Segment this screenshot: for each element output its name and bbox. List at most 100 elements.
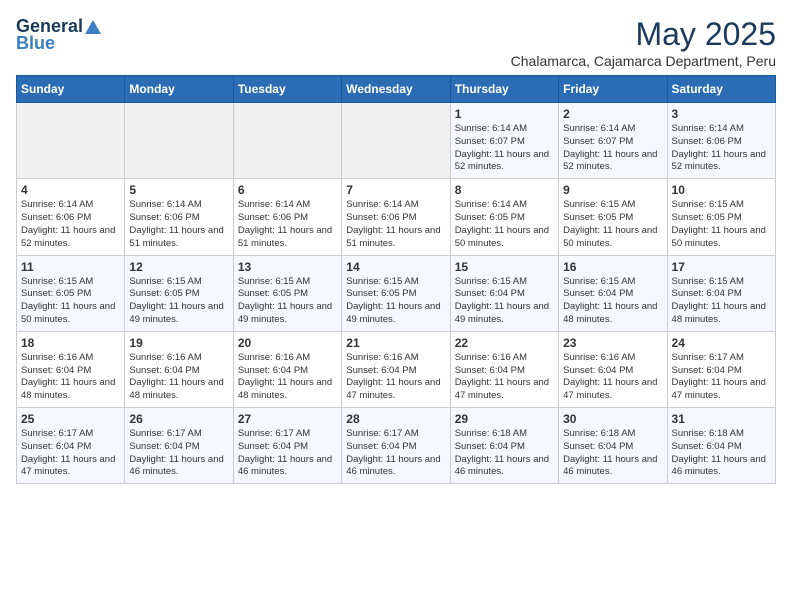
- weekday-header-tuesday: Tuesday: [233, 76, 341, 103]
- calendar-cell: 11Sunrise: 6:15 AM Sunset: 6:05 PM Dayli…: [17, 255, 125, 331]
- calendar-cell: 15 Sunrise: 6:15 AM Sunset: 6:04 PM Dayli…: [450, 255, 558, 331]
- day-number: 30: [563, 412, 662, 426]
- day-number: 24: [672, 336, 771, 350]
- day-info: Sunrise: 6:16 AM Sunset: 6:04 PM Dayligh…: [21, 352, 120, 403]
- day-info: Sunrise: 6:17 AM Sunset: 6:04 PM Dayligh…: [129, 428, 228, 479]
- day-number: 5: [129, 183, 228, 197]
- calendar-cell: 23 Sunrise: 6:16 AM Sunset: 6:04 PM Dayli…: [559, 331, 667, 407]
- day-info: Sunrise: 6:14 AM Sunset: 6:05 PM Dayligh…: [455, 199, 554, 250]
- calendar-cell: 1Sunrise: 6:14 AM Sunset: 6:07 PM Daylig…: [450, 103, 558, 179]
- day-number: 8: [455, 183, 554, 197]
- month-year-title: May 2025: [511, 16, 776, 53]
- day-info: Sunrise: 6:14 AM Sunset: 6:06 PM Dayligh…: [346, 199, 445, 250]
- day-number: 9: [563, 183, 662, 197]
- day-info: Sunrise: 6:15 AM Sunset: 6:05 PM Dayligh…: [129, 276, 228, 327]
- weekday-header-thursday: Thursday: [450, 76, 558, 103]
- calendar-cell: 28 Sunrise: 6:17 AM Sunset: 6:04 PM Dayli…: [342, 408, 450, 484]
- day-number: 14: [346, 260, 445, 274]
- weekday-header-sunday: Sunday: [17, 76, 125, 103]
- day-info: Sunrise: 6:18 AM Sunset: 6:04 PM Dayligh…: [455, 428, 554, 479]
- calendar-cell: 20 Sunrise: 6:16 AM Sunset: 6:04 PM Dayli…: [233, 331, 341, 407]
- calendar-cell: 4 Sunrise: 6:14 AM Sunset: 6:06 PM Daylig…: [17, 179, 125, 255]
- day-number: 11: [21, 260, 120, 274]
- calendar-cell: [17, 103, 125, 179]
- day-info: Sunrise: 6:15 AM Sunset: 6:05 PM Dayligh…: [672, 199, 771, 250]
- calendar-cell: 24 Sunrise: 6:17 AM Sunset: 6:04 PM Dayli…: [667, 331, 775, 407]
- calendar-cell: 22 Sunrise: 6:16 AM Sunset: 6:04 PM Dayli…: [450, 331, 558, 407]
- day-number: 20: [238, 336, 337, 350]
- day-number: 6: [238, 183, 337, 197]
- day-info: Sunrise: 6:16 AM Sunset: 6:04 PM Dayligh…: [129, 352, 228, 403]
- day-number: 3: [672, 107, 771, 121]
- calendar-table: SundayMondayTuesdayWednesdayThursdayFrid…: [16, 75, 776, 484]
- calendar-week-row: 4 Sunrise: 6:14 AM Sunset: 6:06 PM Daylig…: [17, 179, 776, 255]
- calendar-cell: [233, 103, 341, 179]
- logo-icon: [84, 18, 102, 36]
- day-number: 4: [21, 183, 120, 197]
- day-info: Sunrise: 6:16 AM Sunset: 6:04 PM Dayligh…: [455, 352, 554, 403]
- calendar-cell: 7Sunrise: 6:14 AM Sunset: 6:06 PM Daylig…: [342, 179, 450, 255]
- day-number: 1: [455, 107, 554, 121]
- day-number: 21: [346, 336, 445, 350]
- weekday-header-wednesday: Wednesday: [342, 76, 450, 103]
- day-info: Sunrise: 6:14 AM Sunset: 6:06 PM Dayligh…: [21, 199, 120, 250]
- day-info: Sunrise: 6:16 AM Sunset: 6:04 PM Dayligh…: [563, 352, 662, 403]
- weekday-header-friday: Friday: [559, 76, 667, 103]
- calendar-cell: 27Sunrise: 6:17 AM Sunset: 6:04 PM Dayli…: [233, 408, 341, 484]
- calendar-cell: 29 Sunrise: 6:18 AM Sunset: 6:04 PM Dayli…: [450, 408, 558, 484]
- day-info: Sunrise: 6:15 AM Sunset: 6:04 PM Dayligh…: [563, 276, 662, 327]
- calendar-header-row: SundayMondayTuesdayWednesdayThursdayFrid…: [17, 76, 776, 103]
- day-info: Sunrise: 6:17 AM Sunset: 6:04 PM Dayligh…: [346, 428, 445, 479]
- day-number: 18: [21, 336, 120, 350]
- title-block: May 2025 Chalamarca, Cajamarca Departmen…: [511, 16, 776, 69]
- calendar-cell: 19 Sunrise: 6:16 AM Sunset: 6:04 PM Dayli…: [125, 331, 233, 407]
- calendar-cell: 12Sunrise: 6:15 AM Sunset: 6:05 PM Dayli…: [125, 255, 233, 331]
- day-info: Sunrise: 6:15 AM Sunset: 6:04 PM Dayligh…: [455, 276, 554, 327]
- calendar-cell: 18 Sunrise: 6:16 AM Sunset: 6:04 PM Dayli…: [17, 331, 125, 407]
- calendar-cell: 6Sunrise: 6:14 AM Sunset: 6:06 PM Daylig…: [233, 179, 341, 255]
- day-info: Sunrise: 6:18 AM Sunset: 6:04 PM Dayligh…: [563, 428, 662, 479]
- location-subtitle: Chalamarca, Cajamarca Department, Peru: [511, 53, 776, 69]
- day-number: 15: [455, 260, 554, 274]
- calendar-cell: 13Sunrise: 6:15 AM Sunset: 6:05 PM Dayli…: [233, 255, 341, 331]
- calendar-cell: 14 Sunrise: 6:15 AM Sunset: 6:05 PM Dayli…: [342, 255, 450, 331]
- calendar-cell: 25 Sunrise: 6:17 AM Sunset: 6:04 PM Dayli…: [17, 408, 125, 484]
- day-number: 27: [238, 412, 337, 426]
- day-info: Sunrise: 6:15 AM Sunset: 6:05 PM Dayligh…: [346, 276, 445, 327]
- calendar-cell: 10 Sunrise: 6:15 AM Sunset: 6:05 PM Dayli…: [667, 179, 775, 255]
- calendar-cell: 8 Sunrise: 6:14 AM Sunset: 6:05 PM Daylig…: [450, 179, 558, 255]
- day-number: 28: [346, 412, 445, 426]
- calendar-week-row: 1 Sunrise: 6:14 AM Sunset: 6:07 PM Daylig…: [17, 103, 776, 179]
- weekday-header-monday: Monday: [125, 76, 233, 103]
- calendar-cell: 31Sunrise: 6:18 AM Sunset: 6:04 PM Dayli…: [667, 408, 775, 484]
- day-info: Sunrise: 6:14 AM Sunset: 6:06 PM Dayligh…: [672, 123, 771, 174]
- day-number: 2: [563, 107, 662, 121]
- calendar-cell: 17Sunrise: 6:15 AM Sunset: 6:04 PM Dayli…: [667, 255, 775, 331]
- calendar-cell: 5 Sunrise: 6:14 AM Sunset: 6:06 PM Daylig…: [125, 179, 233, 255]
- day-number: 16: [563, 260, 662, 274]
- calendar-week-row: 25 Sunrise: 6:17 AM Sunset: 6:04 PM Dayli…: [17, 408, 776, 484]
- day-info: Sunrise: 6:14 AM Sunset: 6:06 PM Dayligh…: [129, 199, 228, 250]
- calendar-cell: [342, 103, 450, 179]
- logo-line2: Blue: [16, 33, 55, 54]
- day-info: Sunrise: 6:17 AM Sunset: 6:04 PM Dayligh…: [21, 428, 120, 479]
- day-number: 10: [672, 183, 771, 197]
- calendar-cell: 9 Sunrise: 6:15 AM Sunset: 6:05 PM Daylig…: [559, 179, 667, 255]
- calendar-cell: 3 Sunrise: 6:14 AM Sunset: 6:06 PM Daylig…: [667, 103, 775, 179]
- day-number: 23: [563, 336, 662, 350]
- day-info: Sunrise: 6:17 AM Sunset: 6:04 PM Dayligh…: [672, 352, 771, 403]
- day-info: Sunrise: 6:16 AM Sunset: 6:04 PM Dayligh…: [238, 352, 337, 403]
- day-number: 19: [129, 336, 228, 350]
- day-info: Sunrise: 6:14 AM Sunset: 6:07 PM Dayligh…: [563, 123, 662, 174]
- day-info: Sunrise: 6:16 AM Sunset: 6:04 PM Dayligh…: [346, 352, 445, 403]
- day-info: Sunrise: 6:18 AM Sunset: 6:04 PM Dayligh…: [672, 428, 771, 479]
- day-number: 25: [21, 412, 120, 426]
- calendar-cell: 16 Sunrise: 6:15 AM Sunset: 6:04 PM Dayli…: [559, 255, 667, 331]
- weekday-header-saturday: Saturday: [667, 76, 775, 103]
- calendar-cell: 26 Sunrise: 6:17 AM Sunset: 6:04 PM Dayli…: [125, 408, 233, 484]
- day-info: Sunrise: 6:15 AM Sunset: 6:05 PM Dayligh…: [563, 199, 662, 250]
- day-number: 29: [455, 412, 554, 426]
- day-number: 26: [129, 412, 228, 426]
- day-number: 22: [455, 336, 554, 350]
- day-info: Sunrise: 6:15 AM Sunset: 6:05 PM Dayligh…: [238, 276, 337, 327]
